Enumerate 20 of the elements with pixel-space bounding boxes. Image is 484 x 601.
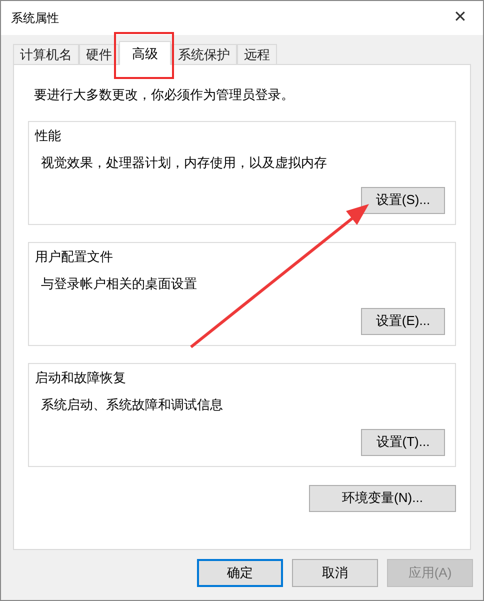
dialog-button[interactable]: 取消 [292, 559, 378, 587]
group-description: 与登录帐户相关的桌面设置 [41, 275, 198, 293]
tab[interactable]: 硬件 [79, 44, 119, 64]
window-title: 系统属性 [11, 10, 59, 27]
notice-text: 要进行大多数更改，你必须作为管理员登录。 [34, 86, 295, 104]
group-title: 启动和故障恢复 [35, 368, 127, 386]
settings-button[interactable]: 设置(T)... [361, 428, 445, 456]
group-title: 性能 [35, 126, 62, 144]
settings-button[interactable]: 设置(E)... [361, 308, 445, 334]
group-title: 用户配置文件 [35, 248, 114, 266]
settings-button[interactable]: 设置(S)... [361, 186, 445, 214]
close-button[interactable]: ✕ [437, 3, 483, 33]
environment-variables-button[interactable]: 环境变量(N)... [309, 484, 456, 512]
dialog-button[interactable]: 确定 [197, 559, 283, 587]
group-description: 系统启动、系统故障和调试信息 [41, 396, 224, 414]
tab[interactable]: 高级 [119, 41, 171, 65]
tab[interactable]: 远程 [237, 44, 277, 64]
tab[interactable]: 系统保护 [171, 44, 237, 64]
group-description: 视觉效果，处理器计划，内存使用，以及虚拟内存 [41, 154, 328, 172]
tab[interactable]: 计算机名 [13, 44, 79, 64]
